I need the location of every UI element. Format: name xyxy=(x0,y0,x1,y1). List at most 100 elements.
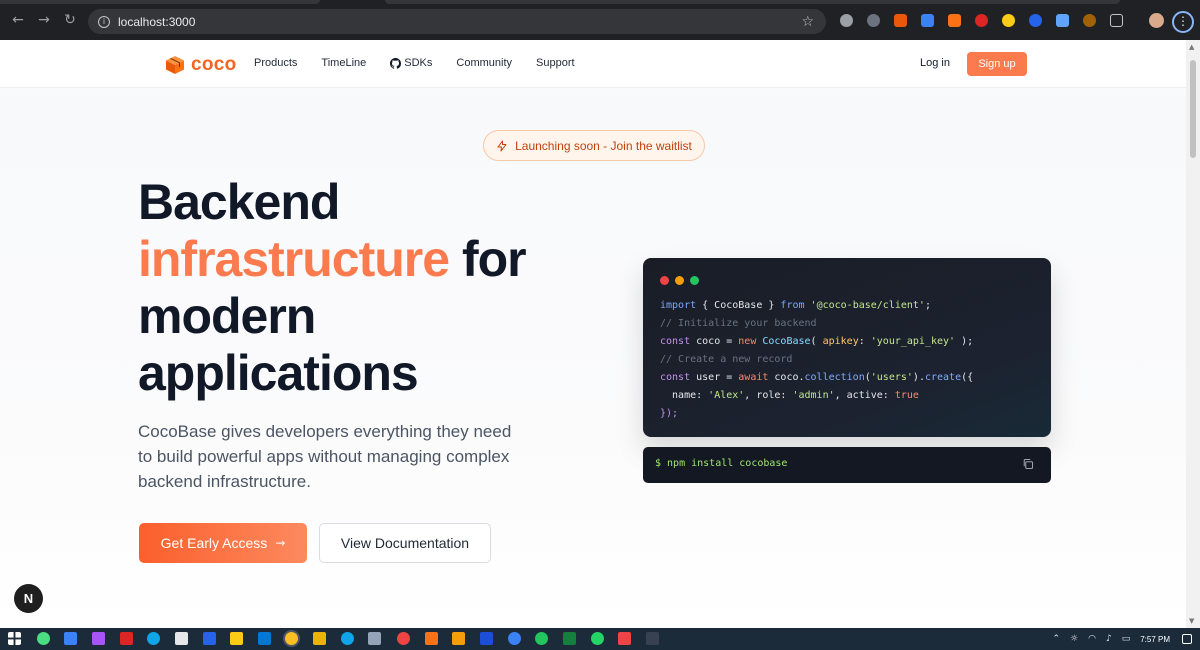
extension-icon[interactable] xyxy=(975,14,988,27)
code-sample-card: import { CocoBase } from '@coco-base/cli… xyxy=(643,258,1051,437)
zoom-taskbar-icon[interactable] xyxy=(508,632,521,645)
speaker-icon[interactable]: ♪ xyxy=(1106,634,1112,644)
title-line: for xyxy=(449,231,527,287)
back-icon[interactable]: ← xyxy=(10,12,26,28)
nextjs-dev-indicator[interactable]: N xyxy=(14,584,43,613)
chevron-up-icon[interactable]: ⌃ xyxy=(1052,634,1060,644)
view-documentation-button[interactable]: View Documentation xyxy=(319,523,491,563)
title-accent: infrastructure xyxy=(138,231,450,287)
bookmark-star-icon[interactable]: ☆ xyxy=(801,14,814,30)
reload-icon[interactable]: ↻ xyxy=(62,12,78,28)
address-bar[interactable]: i localhost:3000 ☆ xyxy=(88,9,826,34)
brightness-icon[interactable]: ☼ xyxy=(1070,634,1078,644)
url-text[interactable]: localhost:3000 xyxy=(118,15,195,29)
extension-icon[interactable] xyxy=(867,14,880,27)
tab-strip xyxy=(0,0,320,4)
telegram-taskbar-icon[interactable] xyxy=(341,632,354,645)
nav-support[interactable]: Support xyxy=(536,57,575,69)
lightning-icon xyxy=(497,140,507,151)
taskbar-app-icon[interactable] xyxy=(368,632,381,645)
extension-icon[interactable] xyxy=(1029,14,1042,27)
tab-strip xyxy=(385,0,1120,4)
title-line: modern xyxy=(138,288,316,344)
window-maximize-dot xyxy=(690,276,699,285)
code-line-1: import { CocoBase } from '@coco-base/cli… xyxy=(660,300,931,311)
hero-title: Backend infrastructure for modern applic… xyxy=(138,174,538,402)
window-minimize-dot xyxy=(675,276,684,285)
window-close-dot xyxy=(660,276,669,285)
code-line-6: name: 'Alex', role: 'admin', active: tru… xyxy=(660,390,919,401)
forward-icon[interactable]: → xyxy=(36,12,52,28)
taskbar-app-icon[interactable] xyxy=(64,632,77,645)
extensions-puzzle-icon[interactable] xyxy=(1110,14,1123,27)
nav-label: Community xyxy=(456,57,513,69)
extension-icon[interactable] xyxy=(1056,14,1069,27)
page-scrollbar[interactable]: ▲ ▼ xyxy=(1186,40,1200,628)
nav-timeline[interactable]: TimeLine xyxy=(321,57,366,69)
spotify-taskbar-icon[interactable] xyxy=(535,632,548,645)
button-label: Get Early Access xyxy=(160,535,268,551)
button-label: View Documentation xyxy=(340,535,470,551)
vlc-taskbar-icon[interactable] xyxy=(425,632,438,645)
main-nav: Products TimeLine SDKs Community Support xyxy=(254,57,599,69)
extension-icon[interactable] xyxy=(894,14,907,27)
file-explorer-taskbar-icon[interactable] xyxy=(230,632,243,645)
extension-icon[interactable] xyxy=(840,14,853,27)
extension-icon[interactable] xyxy=(1083,14,1096,27)
chrome-taskbar-icon[interactable] xyxy=(285,632,298,645)
chrome-taskbar-icon[interactable] xyxy=(37,632,50,645)
system-tray: ⌃ ☼ ◠ ♪ ▭ 7:57 PM xyxy=(1052,628,1200,650)
wifi-icon[interactable]: ◠ xyxy=(1088,634,1096,644)
youtube-taskbar-icon[interactable] xyxy=(618,632,631,645)
vscode-taskbar-icon[interactable] xyxy=(258,632,271,645)
notification-icon[interactable] xyxy=(1182,634,1192,644)
waitlist-badge[interactable]: Launching soon - Join the waitlist xyxy=(483,130,705,161)
taskbar-app-icon[interactable] xyxy=(397,632,410,645)
github-icon xyxy=(390,57,402,69)
browser-toolbar: ← → ↻ i localhost:3000 ☆ ⋮ xyxy=(0,0,1200,40)
clock-time[interactable]: 7:57 PM xyxy=(1140,635,1170,644)
profile-avatar[interactable] xyxy=(1149,13,1164,28)
code-line-7: }); xyxy=(660,408,679,419)
terminal-taskbar-icon[interactable] xyxy=(646,632,659,645)
code-line-4: // Create a new record xyxy=(660,354,793,365)
install-command-bar: $ npm install cocobase xyxy=(643,447,1051,483)
chrome-menu-icon[interactable]: ⋮ xyxy=(1172,11,1194,33)
taskbar-app-icon[interactable] xyxy=(120,632,133,645)
scroll-down-icon[interactable]: ▼ xyxy=(1189,617,1194,625)
taskbar-app-icon[interactable] xyxy=(313,632,326,645)
nav-label: SDKs xyxy=(404,57,433,69)
taskbar-app-icon[interactable] xyxy=(563,632,576,645)
arrow-right-icon: → xyxy=(275,536,286,550)
scroll-up-icon[interactable]: ▲ xyxy=(1189,43,1194,51)
extension-icon[interactable] xyxy=(1002,14,1015,27)
extension-icon[interactable] xyxy=(948,14,961,27)
taskbar-app-icon[interactable] xyxy=(175,632,188,645)
hero-description: CocoBase gives developers everything the… xyxy=(138,422,512,491)
code-line-5: const user = await coco.collection('user… xyxy=(660,372,974,383)
word-taskbar-icon[interactable] xyxy=(480,632,493,645)
extension-icon[interactable] xyxy=(921,14,934,27)
site-info-icon[interactable]: i xyxy=(98,15,110,28)
nav-label: Support xyxy=(536,57,575,69)
title-line: applications xyxy=(138,345,419,401)
windows-start-icon[interactable] xyxy=(8,632,21,645)
login-link[interactable]: Log in xyxy=(920,57,950,69)
taskbar-app-icon[interactable] xyxy=(92,632,105,645)
signup-button[interactable]: Sign up xyxy=(967,52,1027,76)
nav-sdks[interactable]: SDKs xyxy=(390,57,432,69)
nav-products[interactable]: Products xyxy=(254,57,297,69)
nav-community[interactable]: Community xyxy=(456,57,512,69)
outlook-taskbar-icon[interactable] xyxy=(203,632,216,645)
title-line: Backend xyxy=(138,174,340,230)
edge-taskbar-icon[interactable] xyxy=(147,632,160,645)
nav-label: TimeLine xyxy=(321,57,367,69)
copy-icon[interactable] xyxy=(1022,458,1034,470)
taskbar-app-icon[interactable] xyxy=(452,632,465,645)
logo[interactable]: coco xyxy=(165,54,237,76)
code-line-2: // Initialize your backend xyxy=(660,318,817,329)
battery-icon[interactable]: ▭ xyxy=(1122,634,1131,644)
get-early-access-button[interactable]: Get Early Access → xyxy=(139,523,307,563)
scroll-thumb[interactable] xyxy=(1190,60,1196,158)
whatsapp-taskbar-icon[interactable] xyxy=(591,632,604,645)
